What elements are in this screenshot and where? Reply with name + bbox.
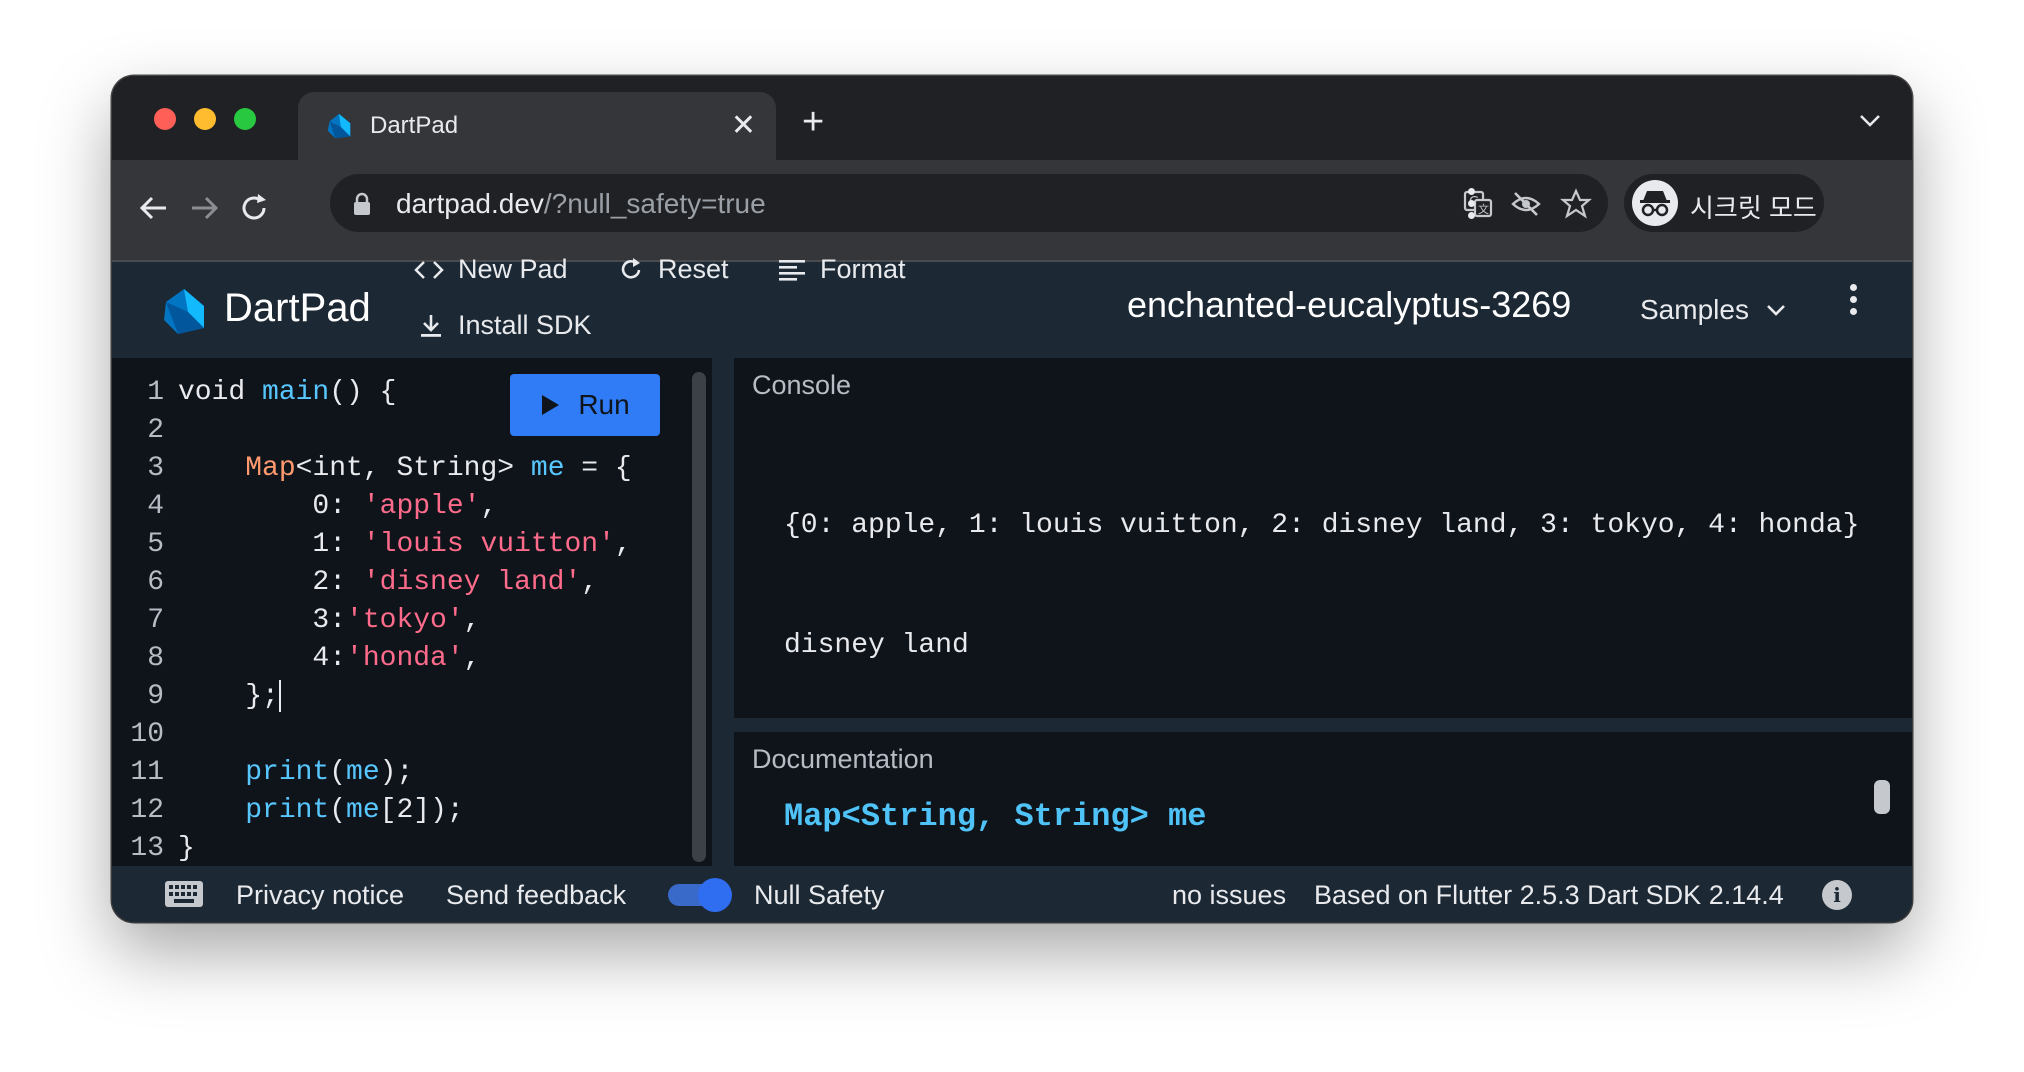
code-line: };	[178, 679, 281, 712]
minimize-window-button[interactable]	[194, 108, 216, 130]
browser-toolbar: dartpad.dev/?null_safety=true G 文	[112, 160, 1912, 262]
status-footer: Privacy notice Send feedback Null Safety…	[112, 866, 1912, 922]
issues-status[interactable]: no issues	[1172, 880, 1286, 911]
tab-dartpad[interactable]: DartPad ✕	[298, 92, 776, 160]
profile-name: 시크릿 모드	[1690, 193, 1817, 223]
code-editor[interactable]: 1 2 3 4 5 6 7 8 9 10 11 12 13 void main() { Map<int,…	[112, 358, 712, 866]
download-icon	[421, 314, 441, 337]
toggle-knob	[698, 878, 732, 912]
code-line: 2: 'disney land',	[178, 567, 599, 598]
tab-title: DartPad	[370, 112, 459, 139]
console-title: Console	[752, 370, 852, 400]
tab-strip: DartPad ✕ +	[112, 76, 1912, 160]
line-number: 11	[130, 757, 164, 788]
chevron-down-icon[interactable]	[1858, 112, 1882, 130]
console-panel: Console {0: apple, 1: louis vuitton, 2: …	[734, 358, 1912, 718]
console-output: {0: apple, 1: louis vuitton, 2: disney l…	[784, 426, 1859, 746]
star-icon[interactable]	[1560, 188, 1592, 220]
forward-arrow-icon[interactable]	[186, 190, 222, 226]
documentation-panel: Documentation Map<String, String> me	[734, 732, 1912, 866]
new-pad-button[interactable]: New Pad	[414, 254, 568, 285]
code-line: 3:'tokyo',	[178, 605, 481, 636]
chevron-down-icon	[1767, 305, 1785, 316]
code-area[interactable]: void main() { Map<int, String> me = { 0:…	[178, 374, 632, 868]
line-number: 4	[147, 491, 164, 522]
tab-close-icon[interactable]: ✕	[731, 108, 756, 144]
dartpad-header: DartPad New Pad Reset Format Install SDK…	[112, 254, 1912, 358]
code-line: 0: 'apple',	[178, 491, 498, 522]
line-number: 13	[130, 833, 164, 864]
info-icon[interactable]: i	[1822, 880, 1852, 910]
run-button[interactable]: Run	[510, 374, 660, 436]
refresh-icon	[621, 257, 641, 279]
line-number: 12	[130, 795, 164, 826]
browser-menu-icon[interactable]	[1468, 188, 1476, 224]
svg-text:文: 文	[1478, 202, 1489, 216]
line-number: 7	[147, 605, 164, 636]
samples-dropdown[interactable]: Samples	[1640, 294, 1787, 326]
code-line: print(me);	[245, 757, 414, 788]
translate-icon[interactable]: G 文	[1462, 188, 1494, 220]
code-icon	[414, 260, 444, 279]
line-number: 10	[130, 719, 164, 750]
dart-logo-icon	[164, 289, 204, 334]
back-arrow-icon[interactable]	[136, 190, 172, 226]
line-number: 8	[147, 643, 164, 674]
maximize-window-button[interactable]	[234, 108, 256, 130]
documentation-title: Documentation	[752, 744, 934, 774]
code-line: Map<int, String> me = {	[245, 453, 632, 484]
line-number: 9	[147, 681, 164, 712]
line-number: 3	[147, 453, 164, 484]
app-title: DartPad	[224, 286, 371, 330]
line-number: 6	[147, 567, 164, 598]
code-line: 4:'honda',	[178, 643, 481, 674]
code-line: 1: 'louis vuitton',	[178, 529, 632, 560]
text-cursor	[278, 679, 281, 712]
console-line: {0: apple, 1: louis vuitton, 2: disney l…	[784, 510, 1860, 541]
console-docs-splitter[interactable]	[734, 718, 1912, 732]
close-window-button[interactable]	[154, 108, 176, 130]
reset-button[interactable]: Reset	[618, 254, 729, 285]
incognito-profile-button[interactable]: 시크릿 모드	[1624, 174, 1824, 232]
lock-icon	[354, 192, 370, 215]
url-text: dartpad.dev/?null_safety=true	[396, 188, 766, 219]
browser-window: DartPad ✕ + dartpad.dev/?null_safety=tru…	[112, 76, 1912, 922]
send-feedback-link[interactable]: Send feedback	[446, 880, 626, 911]
null-safety-label: Null Safety	[754, 880, 885, 910]
editor-scrollbar[interactable]	[692, 372, 706, 862]
new-tab-button[interactable]: +	[802, 102, 824, 142]
eye-off-icon[interactable]	[1510, 188, 1542, 220]
privacy-notice-link[interactable]: Privacy notice	[236, 880, 404, 911]
code-line: print(me[2]);	[245, 795, 464, 826]
format-button[interactable]: Format	[778, 254, 906, 285]
pad-name[interactable]: enchanted-eucalyptus-3269	[1127, 284, 1571, 326]
more-menu-icon[interactable]	[1850, 284, 1858, 320]
incognito-icon	[1632, 180, 1678, 226]
null-safety-toggle[interactable]	[668, 878, 732, 912]
line-number-gutter: 1 2 3 4 5 6 7 8 9 10 11 12 13	[112, 374, 164, 868]
reload-icon[interactable]	[236, 190, 272, 226]
address-bar[interactable]: dartpad.dev/?null_safety=true G 文	[330, 174, 1608, 232]
line-number: 1	[147, 377, 164, 408]
format-lines-icon	[779, 259, 805, 281]
pane-splitter[interactable]	[712, 358, 734, 866]
line-number: 2	[147, 415, 164, 446]
line-number: 5	[147, 529, 164, 560]
console-line: disney land	[784, 630, 969, 661]
sdk-version: Based on Flutter 2.5.3 Dart SDK 2.14.4	[1314, 880, 1784, 910]
keyboard-icon[interactable]	[164, 880, 204, 908]
install-sdk-button[interactable]: Install SDK	[418, 310, 592, 341]
dart-logo-icon	[327, 113, 351, 139]
code-line: }	[178, 833, 195, 864]
docs-scrollbar[interactable]	[1874, 780, 1890, 814]
doc-signature: Map<String, String> me	[784, 798, 1207, 835]
play-icon	[542, 395, 560, 415]
